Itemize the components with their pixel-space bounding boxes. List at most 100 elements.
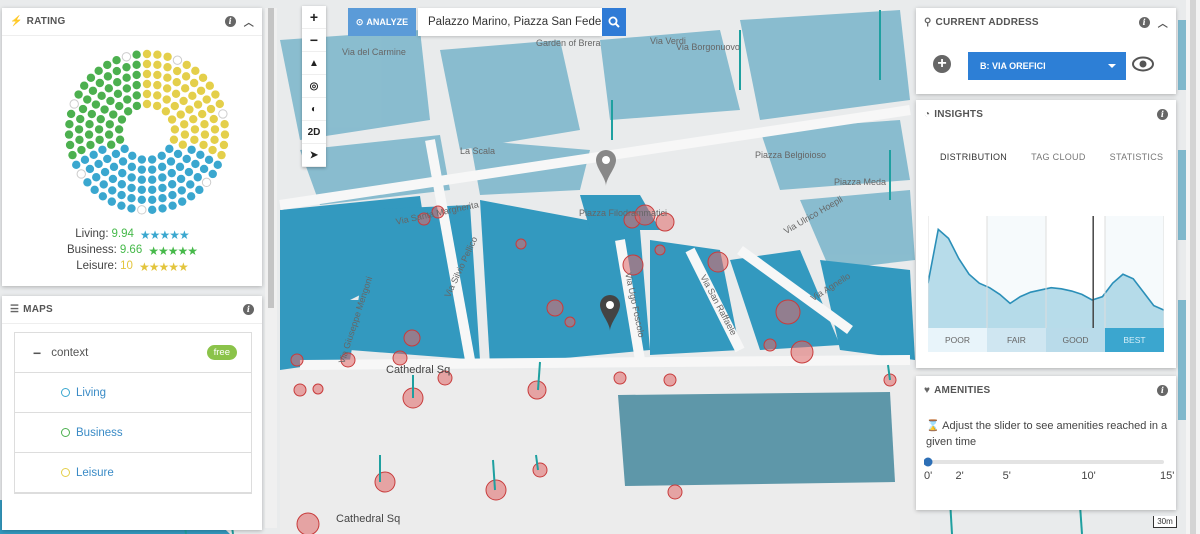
street-label: Cathedral Sq <box>336 513 401 525</box>
radio-ring-icon[interactable] <box>61 388 70 397</box>
rating-dot <box>89 150 98 159</box>
rating-dot <box>127 162 137 172</box>
rating-dot <box>220 119 229 129</box>
rating-dot <box>176 110 185 119</box>
maps-header: ☰ MAPS i <box>2 296 262 324</box>
tab-statistics[interactable]: STATISTICS <box>1098 144 1176 170</box>
zoom-in-button[interactable]: + <box>302 6 326 29</box>
rating-dot <box>66 109 76 119</box>
rating-dot <box>106 96 115 106</box>
street-label: Piazza Meda <box>834 177 887 187</box>
tab-tag-cloud[interactable]: TAG CLOUD <box>1019 144 1098 170</box>
rating-dot <box>64 130 74 139</box>
rating-row-leisure: Leisure: 10 ★★★★★ <box>2 260 262 274</box>
rating-dot <box>153 70 162 80</box>
rating-dot <box>74 90 83 99</box>
rating-dot <box>175 162 185 172</box>
analyze-button[interactable]: ⊙ ANALYZE <box>348 8 416 36</box>
context-label: context <box>51 346 89 359</box>
right-scrollbar[interactable] <box>1186 0 1200 534</box>
rating-dot <box>213 160 222 170</box>
rating-dot <box>187 145 196 154</box>
layer-label: Living <box>76 386 107 399</box>
collapse-icon[interactable]: − <box>33 345 41 361</box>
scrollbar-thumb[interactable] <box>1190 0 1196 534</box>
layer-group-context[interactable]: − context free <box>15 333 251 373</box>
rating-dot <box>105 120 114 129</box>
rating-dot <box>121 52 132 62</box>
eye-icon[interactable] <box>1132 56 1154 72</box>
chevron-up-icon[interactable]: ︿ <box>1158 15 1168 30</box>
layer-item-leisure[interactable]: Leisure <box>15 453 251 493</box>
rating-dot <box>218 109 228 119</box>
rating-dot <box>78 104 88 114</box>
radio-ring-icon[interactable] <box>61 468 70 477</box>
rating-dot <box>142 49 152 59</box>
info-icon[interactable]: i <box>1157 108 1168 120</box>
add-address-button[interactable]: + <box>933 55 951 73</box>
locate-icon[interactable]: ◎ <box>302 75 326 98</box>
slider-track[interactable] <box>928 460 1164 464</box>
rating-dot <box>199 140 208 150</box>
address-search-input[interactable] <box>418 8 602 36</box>
navigate-icon[interactable]: ➤ <box>302 144 326 167</box>
radio-ring-icon[interactable] <box>61 428 70 437</box>
address-select[interactable]: B: VIA OREFICI <box>968 52 1126 80</box>
info-icon[interactable]: i <box>1138 16 1150 28</box>
info-icon[interactable]: i <box>224 16 236 27</box>
address-title: CURRENT ADDRESS <box>935 16 1039 28</box>
rating-dot <box>180 130 190 139</box>
band-label: BEST <box>1123 335 1145 345</box>
rating-row-living: Living: 9.94 ★★★★★ <box>2 228 262 242</box>
band-label: FAIR <box>1007 335 1026 345</box>
time-slider[interactable] <box>924 456 1168 468</box>
contrast-icon[interactable]: ◐ <box>302 98 326 121</box>
layer-label: Business <box>76 426 123 439</box>
rating-dot <box>109 162 119 172</box>
rating-dot <box>163 73 172 82</box>
chevron-up-icon[interactable]: ︿ <box>244 14 254 29</box>
rating-dot <box>86 140 95 150</box>
left-scrollbar[interactable] <box>265 8 277 528</box>
layer-label: Leisure <box>76 466 114 479</box>
rating-label: Living: <box>75 228 109 240</box>
rating-dot <box>172 78 181 87</box>
rating-dot <box>158 204 167 213</box>
rating-dot <box>204 155 214 165</box>
rating-dot <box>104 84 114 93</box>
rating-dot <box>114 125 124 134</box>
rating-dot <box>176 174 186 184</box>
rating-dot <box>219 140 229 150</box>
rating-dot <box>98 145 107 154</box>
rating-dot <box>147 185 157 194</box>
rating-dot <box>107 197 117 206</box>
address-selected: B: VIA OREFICI <box>980 61 1046 71</box>
tab-distribution[interactable]: DISTRIBUTION <box>916 144 1019 170</box>
rating-dot <box>65 140 75 150</box>
address-header: ⚲ CURRENT ADDRESS i ︿ <box>916 8 1176 36</box>
layer-item-business[interactable]: Business <box>15 413 251 453</box>
compass-icon[interactable]: ▲ <box>302 52 326 75</box>
distribution-chart: POOR FAIR GOOD BEST <box>928 216 1164 352</box>
rating-dot <box>100 167 110 177</box>
rating-dot <box>137 195 146 205</box>
maps-title: MAPS <box>23 304 53 315</box>
zoom-out-button[interactable]: − <box>302 29 326 52</box>
rating-dot <box>158 194 167 203</box>
rating-dot <box>157 162 167 172</box>
info-icon[interactable]: i <box>1157 384 1168 396</box>
search-icon <box>608 16 620 28</box>
layer-item-living[interactable]: Living <box>15 373 251 413</box>
rating-dot <box>69 99 79 109</box>
rating-dot <box>132 50 141 59</box>
slider-handle[interactable] <box>924 457 933 467</box>
rating-dot <box>166 157 176 166</box>
search-button[interactable] <box>602 8 626 36</box>
info-icon[interactable]: i <box>243 304 254 315</box>
rating-dot <box>181 72 191 81</box>
rating-dot <box>142 69 152 79</box>
scrollbar-thumb[interactable] <box>268 8 274 308</box>
rating-dot <box>80 81 89 90</box>
mode-2d-button[interactable]: 2D <box>302 121 326 144</box>
rating-dot <box>170 101 179 111</box>
